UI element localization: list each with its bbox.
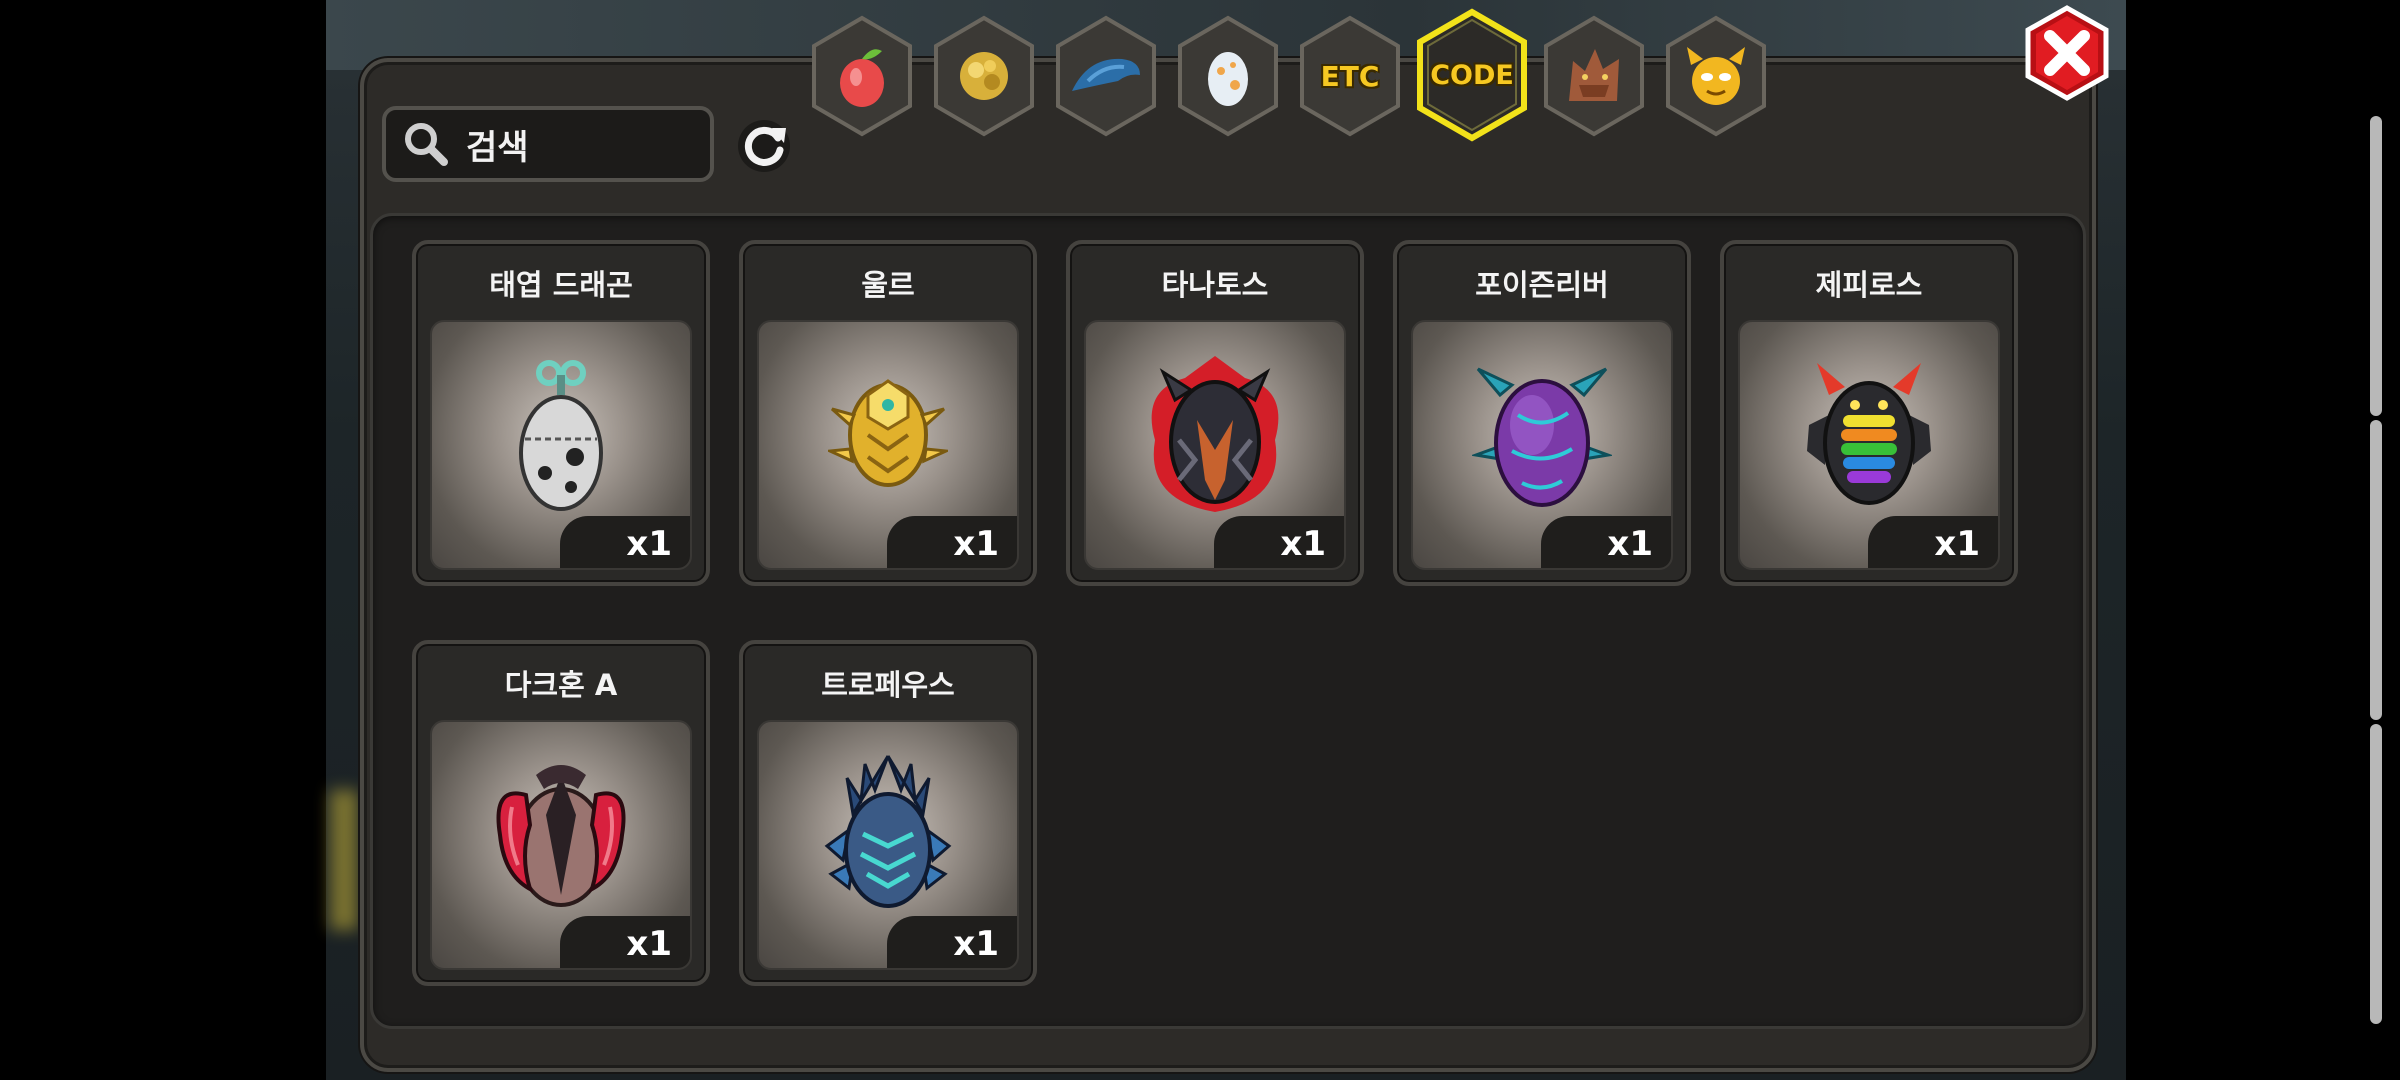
item-image: x1	[757, 320, 1019, 570]
search-icon	[405, 123, 448, 166]
item-quantity: x1	[887, 916, 1017, 968]
fruit-tab[interactable]	[808, 14, 916, 138]
egg-tab[interactable]	[1174, 14, 1282, 138]
item-name: 트로페우스	[821, 668, 955, 702]
fruit-icon	[840, 49, 884, 107]
search-input[interactable]: 검색	[382, 106, 714, 182]
item-image: x1	[1084, 320, 1346, 570]
scrollbar[interactable]	[2370, 60, 2382, 1070]
item-name: 다크혼 A	[504, 668, 618, 702]
etc-tab[interactable]: ETC	[1296, 14, 1404, 138]
demon-tab[interactable]	[1662, 14, 1770, 138]
gold-ore-icon	[960, 52, 1008, 100]
item-name: 타나토스	[1161, 268, 1269, 302]
item-quantity: x1	[887, 516, 1017, 568]
item-name: 포이즌리버	[1475, 268, 1609, 302]
darkhorn-egg-icon	[496, 765, 626, 908]
item-quantity: x1	[1214, 516, 1344, 568]
item-card[interactable]: 제피로스 x1	[1720, 240, 2018, 586]
item-card[interactable]: 태엽 드래곤 x1	[412, 240, 710, 586]
refresh-icon[interactable]	[734, 116, 794, 176]
item-image: x1	[757, 720, 1019, 970]
item-image: x1	[1411, 320, 1673, 570]
egg-icon	[1208, 52, 1248, 106]
item-image: x1	[1738, 320, 2000, 570]
dragon-tab[interactable]	[1052, 14, 1160, 138]
item-quantity: x1	[1868, 516, 1998, 568]
search-placeholder: 검색	[466, 127, 529, 168]
beast-tab[interactable]	[1540, 14, 1648, 138]
item-name: 태엽 드래곤	[489, 268, 633, 302]
item-card[interactable]: 울르 x1	[739, 240, 1037, 586]
item-image: x1	[430, 720, 692, 970]
item-card[interactable]: 다크혼 A x1	[412, 640, 710, 986]
item-name: 울르	[861, 268, 915, 302]
item-card[interactable]: 트로페우스 x1	[739, 640, 1037, 986]
item-name: 제피로스	[1815, 268, 1923, 302]
background-glow	[330, 790, 358, 930]
poison-egg-icon	[1472, 367, 1612, 508]
golden-egg-icon	[828, 379, 948, 488]
code-tab[interactable]: CODE	[1414, 8, 1530, 142]
item-image: x1	[430, 320, 692, 570]
item-card[interactable]: 타나토스 x1	[1066, 240, 1364, 586]
beast-icon	[1569, 49, 1619, 101]
thanatos-egg-icon	[1151, 356, 1279, 513]
gold-tab[interactable]	[930, 14, 1038, 138]
item-quantity: x1	[560, 916, 690, 968]
code-tab-label: CODE	[1430, 59, 1514, 91]
dragon-icon	[1072, 58, 1140, 91]
etc-tab-label: ETC	[1320, 59, 1380, 93]
item-card[interactable]: 포이즌리버 x1	[1393, 240, 1691, 586]
clockwork-egg-icon	[519, 360, 603, 512]
item-quantity: x1	[1541, 516, 1671, 568]
tropaeus-egg-icon	[824, 755, 952, 909]
close-icon[interactable]	[2022, 4, 2112, 104]
rainbow-egg-icon	[1807, 363, 1931, 506]
item-quantity: x1	[560, 516, 690, 568]
demon-icon	[1687, 47, 1745, 105]
